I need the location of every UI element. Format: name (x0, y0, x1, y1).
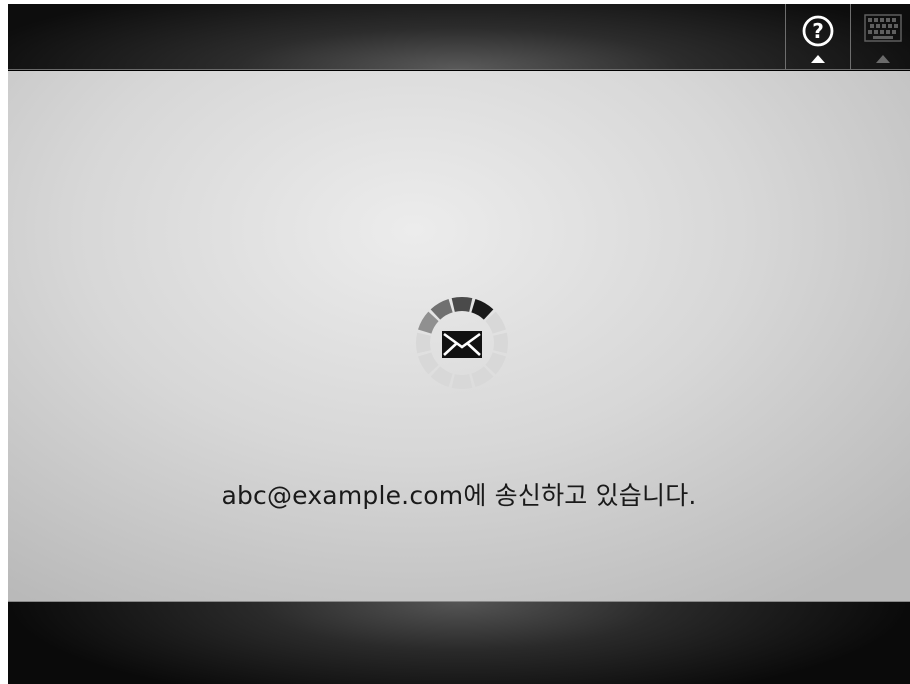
loading-spinner (412, 293, 512, 393)
spinner-segment (430, 299, 453, 320)
spinner-segment (485, 311, 506, 334)
help-button[interactable]: ? (785, 4, 849, 70)
spinner-segment (418, 352, 439, 375)
spinner-segment (451, 374, 473, 389)
help-glyph: ? (812, 19, 824, 43)
top-toolbar: ? (8, 4, 910, 70)
keyboard-button[interactable] (850, 4, 910, 70)
spinner-segment (493, 332, 508, 354)
spinner-segment (430, 366, 453, 387)
app-frame: ? abc@example.com에 송신하고 있습니다. (8, 4, 910, 684)
spinner-graphic (416, 297, 508, 389)
bottom-bar (8, 601, 910, 684)
spinner-segment (485, 352, 506, 375)
spinner-segment (416, 332, 431, 354)
help-icon: ? (801, 14, 835, 52)
keyboard-expand-arrow-icon (875, 55, 890, 63)
spinner-segment (471, 366, 494, 387)
help-expand-arrow-icon (810, 55, 825, 63)
sending-status-message: abc@example.com에 송신하고 있습니다. (221, 481, 697, 510)
envelope-icon (442, 331, 482, 358)
spinner-segment (418, 311, 439, 334)
spinner-segment (471, 299, 494, 320)
keyboard-icon (863, 14, 902, 46)
main-content: abc@example.com에 송신하고 있습니다. (8, 71, 910, 601)
spinner-segment (451, 297, 473, 312)
